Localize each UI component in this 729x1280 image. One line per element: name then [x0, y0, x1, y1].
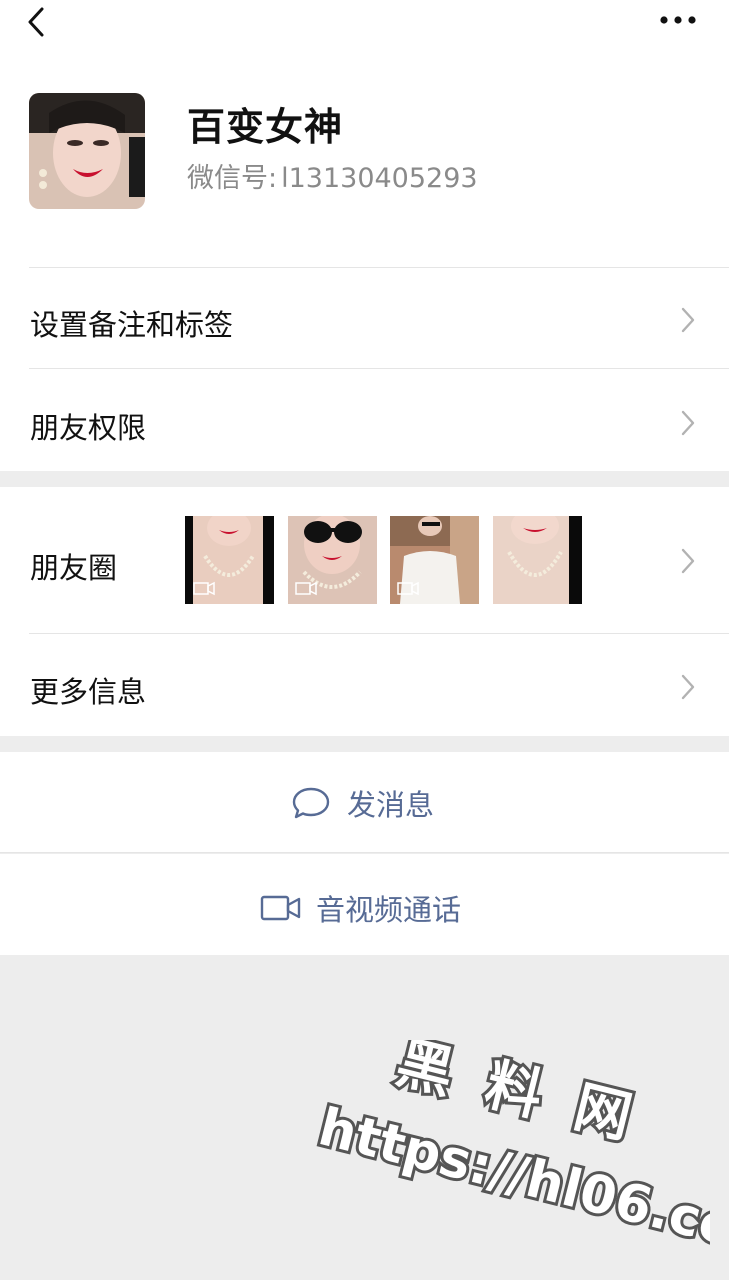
- wechat-id-value: l13130405293: [281, 163, 478, 194]
- wechat-id-label: 微信号:: [187, 163, 278, 194]
- send-message-label: 发消息: [347, 788, 435, 822]
- chevron-right-icon: [681, 410, 695, 436]
- send-message-button[interactable]: 发消息: [0, 752, 729, 853]
- contact-name: 百变女神: [187, 105, 344, 149]
- avatar[interactable]: [29, 93, 145, 209]
- moments-thumbnail: [288, 516, 377, 604]
- more-button[interactable]: [656, 10, 702, 30]
- watermark: 黑 料 网 https://hl06.co: [310, 1027, 729, 1262]
- video-call-button[interactable]: 音视频通话: [0, 854, 729, 955]
- video-call-label: 音视频通话: [316, 893, 462, 927]
- remark-tags-row[interactable]: 设置备注和标签: [0, 268, 729, 369]
- chevron-right-icon: [681, 307, 695, 333]
- chevron-right-icon: [681, 548, 695, 574]
- moments-thumbnail: [390, 516, 479, 604]
- remark-tags-label: 设置备注和标签: [30, 308, 234, 342]
- friend-permissions-label: 朋友权限: [30, 411, 147, 445]
- moments-row[interactable]: 朋友圈: [0, 487, 729, 634]
- video-camera-icon: [260, 895, 301, 921]
- top-bar: [0, 0, 729, 60]
- chevron-right-icon: [681, 674, 695, 700]
- back-button[interactable]: [22, 6, 52, 38]
- more-info-row[interactable]: 更多信息: [0, 634, 729, 736]
- moments-label: 朋友圈: [30, 551, 118, 585]
- divider: [0, 852, 729, 853]
- moments-thumbnail: [185, 516, 274, 604]
- chevron-left-icon: [28, 7, 44, 37]
- wechat-id: 微信号: l13130405293: [187, 156, 478, 195]
- more-dots-icon: [660, 16, 696, 24]
- chat-bubble-icon: [292, 787, 330, 819]
- moments-thumbnail: [493, 516, 582, 604]
- profile-header: 百变女神 微信号: l13130405293: [0, 60, 729, 268]
- more-info-label: 更多信息: [30, 675, 147, 709]
- friend-permissions-row[interactable]: 朋友权限: [0, 369, 729, 471]
